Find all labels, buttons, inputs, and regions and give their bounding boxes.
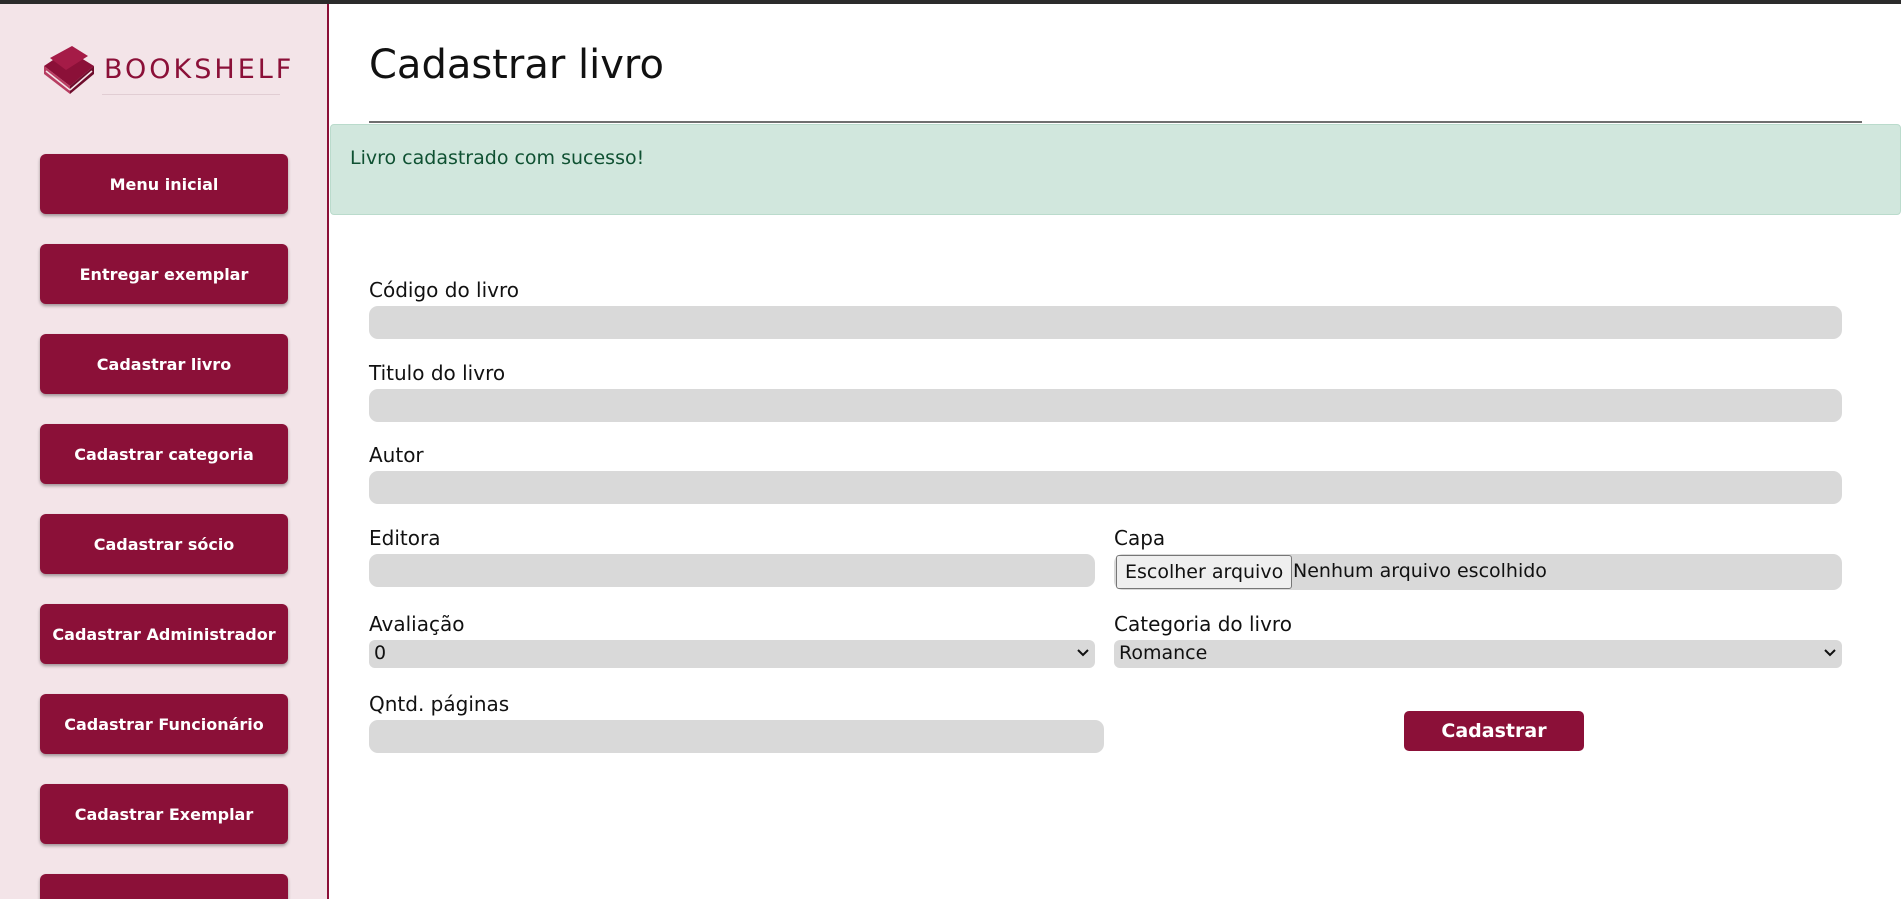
- paginas-input[interactable]: [369, 720, 1104, 753]
- sidebar-item-cadastrar-socio[interactable]: Cadastrar sócio: [40, 514, 288, 574]
- avaliacao-select[interactable]: 0: [369, 640, 1095, 668]
- categoria-selected: Romance: [1119, 642, 1208, 664]
- book-stack-icon: [44, 46, 94, 94]
- capa-label: Capa: [1114, 526, 1166, 550]
- autor-input[interactable]: [369, 471, 1842, 504]
- sidebar-item-cadastrar-exemplar[interactable]: Cadastrar Exemplar: [40, 784, 288, 844]
- title-divider: [369, 121, 1862, 123]
- sidebar-item-cadastrar-livro[interactable]: Cadastrar livro: [40, 334, 288, 394]
- brand-name: BOOKSHELF: [104, 54, 295, 85]
- avaliacao-selected: 0: [374, 642, 387, 664]
- cadastrar-button[interactable]: Cadastrar: [1404, 711, 1584, 751]
- file-status: Nenhum arquivo escolhido: [1293, 560, 1547, 582]
- editora-label: Editora: [369, 526, 441, 550]
- paginas-label: Qntd. páginas: [369, 692, 510, 716]
- sidebar: BOOKSHELF Menu inicial Entregar exemplar…: [0, 4, 329, 899]
- titulo-input[interactable]: [369, 389, 1842, 422]
- success-alert: Livro cadastrado com sucesso!: [330, 124, 1901, 215]
- sidebar-item-menu-inicial[interactable]: Menu inicial: [40, 154, 288, 214]
- brand-logo[interactable]: BOOKSHELF: [42, 44, 291, 100]
- chevron-down-icon: [1824, 649, 1836, 657]
- alert-message: Livro cadastrado com sucesso!: [350, 147, 645, 169]
- sidebar-item-entregar-exemplar[interactable]: Entregar exemplar: [40, 244, 288, 304]
- sidebar-item-cadastrar-administrador[interactable]: Cadastrar Administrador: [40, 604, 288, 664]
- categoria-label: Categoria do livro: [1114, 612, 1292, 636]
- sidebar-item-cadastrar-funcionario[interactable]: Cadastrar Funcionário: [40, 694, 288, 754]
- codigo-input[interactable]: [369, 306, 1842, 339]
- sidebar-item-partial[interactable]: [40, 874, 288, 899]
- avaliacao-label: Avaliação: [369, 612, 465, 636]
- page-title: Cadastrar livro: [369, 42, 664, 88]
- titulo-label: Titulo do livro: [369, 361, 506, 385]
- editora-input[interactable]: [369, 554, 1095, 587]
- choose-file-button[interactable]: Escolher arquivo: [1116, 555, 1293, 589]
- autor-label: Autor: [369, 443, 424, 467]
- capa-file-input: Escolher arquivo Nenhum arquivo escolhid…: [1114, 554, 1842, 590]
- logo-divider: [102, 94, 280, 95]
- categoria-select[interactable]: Romance: [1114, 640, 1842, 668]
- sidebar-item-cadastrar-categoria[interactable]: Cadastrar categoria: [40, 424, 288, 484]
- codigo-label: Código do livro: [369, 278, 519, 302]
- chevron-down-icon: [1077, 649, 1089, 657]
